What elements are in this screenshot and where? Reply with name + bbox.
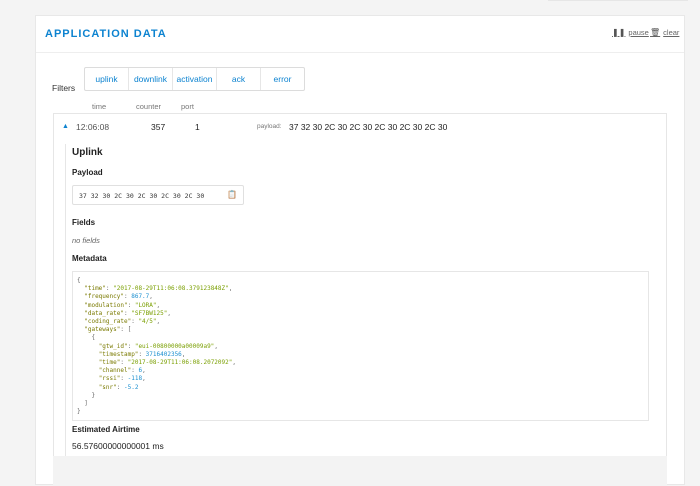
payload-label: payload: (257, 123, 282, 130)
trash-icon: 🗑 (650, 28, 661, 37)
next-message-row (53, 456, 667, 486)
meta-gw-time: "2017-08-29T11:06:08.2072092" (127, 359, 233, 367)
message-item: ▲ 12:06:08 357 1 payload: 37 32 30 2C 30… (53, 113, 667, 463)
header-divider (36, 52, 684, 53)
airtime-title: Estimated Airtime (72, 425, 140, 434)
meta-modulation: "LORA" (134, 301, 157, 309)
clear-button[interactable]: 🗑 clear (650, 28, 679, 37)
column-header-port: port (181, 102, 194, 111)
clear-label: clear (663, 28, 680, 37)
airtime-value: 56.57600000000001 ms (72, 441, 164, 451)
meta-gtw-id: "eui-00800000a00009a9" (134, 342, 215, 350)
detail-divider (65, 144, 66, 459)
meta-data-rate: "SF7BW125" (131, 309, 168, 317)
meta-time: "2017-08-29T11:06:08.379123848Z" (113, 285, 229, 293)
no-fields-text: no fields (72, 236, 100, 245)
filter-error[interactable]: error (261, 68, 304, 90)
metadata-title: Metadata (72, 254, 107, 263)
metadata-json: { "time": "2017-08-29T11:06:08.379123848… (72, 271, 649, 421)
payload-title: Payload (72, 168, 103, 177)
filter-activation[interactable]: activation (173, 68, 217, 90)
filter-downlink[interactable]: downlink (129, 68, 173, 90)
filters-label: Filters (52, 83, 76, 93)
meta-frequency: 867.7 (131, 293, 150, 301)
copy-icon[interactable]: 📋 (227, 190, 237, 199)
application-data-panel: APPLICATION DATA ❚❚ pause 🗑 clear Filter… (35, 15, 685, 486)
meta-coding-rate: "4/5" (138, 318, 157, 326)
panel-header: APPLICATION DATA ❚❚ pause 🗑 clear (36, 16, 684, 52)
top-divider (548, 0, 688, 1)
panel-title: APPLICATION DATA (45, 28, 167, 40)
pause-icon: ❚❚ (612, 28, 626, 37)
meta-timestamp: 3716402356 (145, 350, 182, 358)
pause-button[interactable]: ❚❚ pause (612, 28, 649, 37)
column-header-counter: counter (136, 102, 162, 111)
filter-ack[interactable]: ack (217, 68, 261, 90)
column-header-time: time (92, 102, 107, 111)
message-counter: 357 (151, 122, 166, 132)
payload-box: 37 32 30 2C 30 2C 30 2C 30 2C 30 📋 (72, 185, 244, 205)
message-row[interactable]: ▲ 12:06:08 357 1 payload: 37 32 30 2C 30… (54, 114, 666, 136)
message-payload: 37 32 30 2C 30 2C 30 2C 30 2C 30 2C 30 (289, 122, 448, 132)
message-time: 12:06:08 (76, 122, 110, 132)
filter-uplink[interactable]: uplink (85, 68, 129, 90)
pause-label: pause (628, 28, 649, 37)
uplink-title: Uplink (72, 147, 103, 158)
payload-hex: 37 32 30 2C 30 2C 30 2C 30 2C 30 (79, 192, 205, 200)
fields-title: Fields (72, 218, 96, 227)
collapse-icon[interactable]: ▲ (62, 123, 69, 130)
message-port: 1 (195, 122, 200, 132)
meta-rssi: -118 (127, 375, 143, 383)
meta-snr: -5.2 (123, 383, 139, 391)
filter-group: uplink downlink activation ack error (84, 67, 305, 91)
